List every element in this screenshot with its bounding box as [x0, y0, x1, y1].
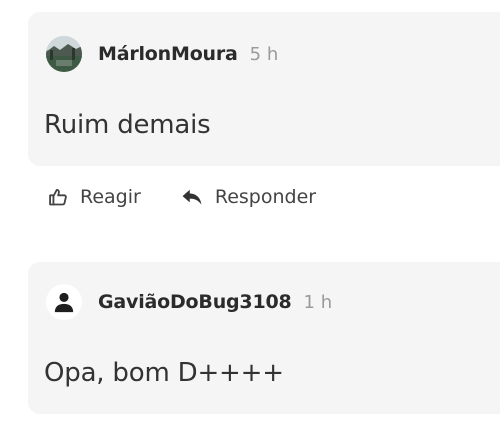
comment-username[interactable]: MárlonMoura	[98, 43, 238, 65]
comment-text: Ruim demais	[44, 110, 211, 140]
reply-arrow-icon	[181, 188, 203, 206]
comments-thread: MárlonMoura 5 h Ruim demais Reagir Respo…	[0, 0, 500, 434]
avatar[interactable]	[46, 284, 82, 320]
react-button[interactable]: Reagir	[48, 186, 141, 208]
comment-text: Opa, bom D++++	[44, 358, 284, 388]
thumbs-up-icon	[48, 187, 68, 207]
comment-timestamp: 1 h	[303, 291, 333, 313]
user-silhouette-icon	[53, 291, 75, 313]
comment-card: MárlonMoura 5 h Ruim demais	[28, 12, 500, 166]
reply-label: Responder	[214, 186, 317, 208]
comment-header: GaviãoDoBug3108 1 h	[46, 284, 332, 320]
comment-username[interactable]: GaviãoDoBug3108	[98, 291, 292, 313]
avatar[interactable]	[46, 36, 82, 72]
reply-button[interactable]: Responder	[181, 186, 316, 208]
react-label: Reagir	[80, 186, 141, 208]
comment-timestamp: 5 h	[249, 43, 279, 65]
comment-actions: Reagir Responder	[48, 186, 316, 208]
comment-header: MárlonMoura 5 h	[46, 36, 278, 72]
comment-card: GaviãoDoBug3108 1 h Opa, bom D++++	[28, 262, 500, 414]
